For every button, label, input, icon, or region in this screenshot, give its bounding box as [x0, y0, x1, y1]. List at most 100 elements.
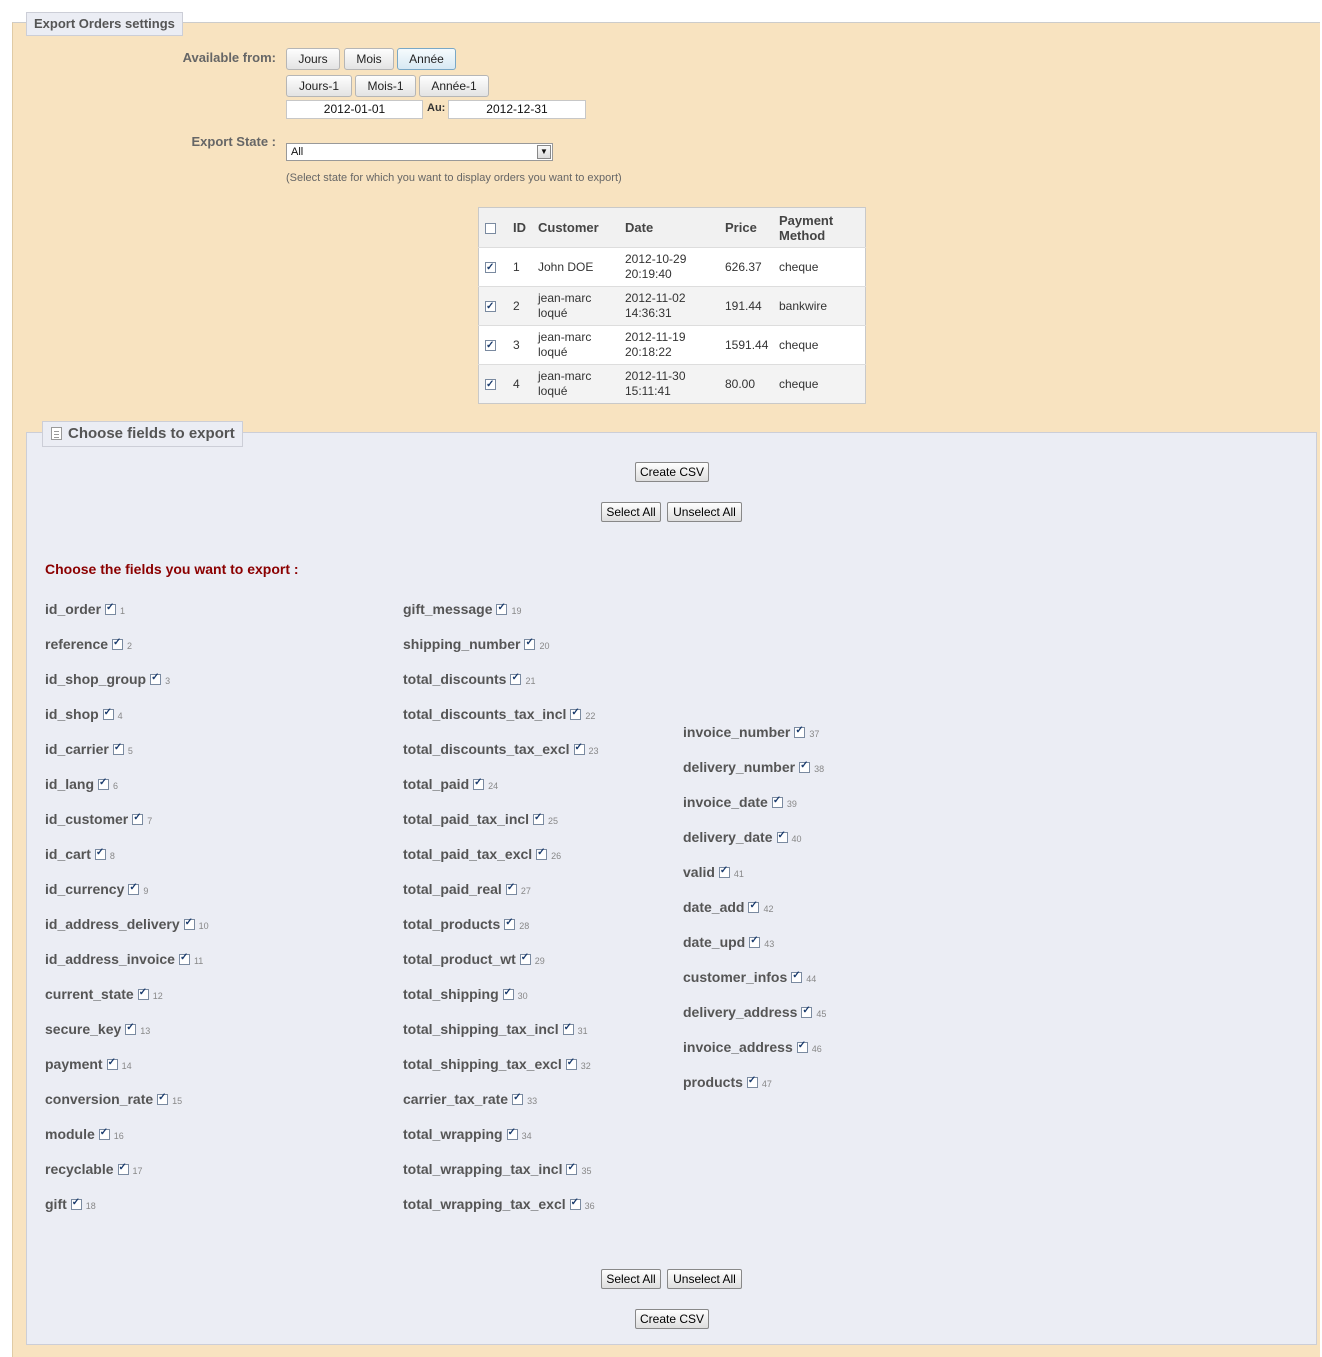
- field-checkbox[interactable]: [749, 935, 761, 948]
- date-to-input[interactable]: 2012-12-31: [448, 100, 586, 119]
- field-number: 14: [121, 1061, 132, 1071]
- field-checkbox[interactable]: [125, 1022, 137, 1035]
- field-checkbox[interactable]: [502, 987, 514, 1000]
- field-label: payment: [45, 1056, 103, 1072]
- select-all-orders-checkbox[interactable]: [485, 223, 496, 235]
- field-checkbox[interactable]: [510, 672, 522, 685]
- field-checkbox[interactable]: [183, 917, 195, 930]
- field-item-total_paid_real: total_paid_real 27: [403, 881, 531, 897]
- unselect-all-button-bottom[interactable]: Unselect All: [667, 1269, 742, 1289]
- order-payment: cheque: [775, 325, 866, 365]
- create-csv-button-top[interactable]: Create CSV: [635, 462, 709, 482]
- field-item-recyclable: recyclable 17: [45, 1161, 143, 1177]
- select-all-button-top[interactable]: Select All: [601, 502, 661, 522]
- order-checkbox[interactable]: [485, 299, 496, 314]
- field-checkbox[interactable]: [132, 812, 144, 825]
- field-checkbox[interactable]: [98, 1127, 110, 1140]
- order-checkbox[interactable]: [485, 377, 496, 392]
- unselect-all-button-top[interactable]: Unselect All: [667, 502, 742, 522]
- order-checkbox[interactable]: [485, 338, 496, 353]
- field-item-delivery_number: delivery_number 38: [683, 759, 824, 775]
- field-checkbox[interactable]: [519, 952, 531, 965]
- field-checkbox[interactable]: [178, 952, 190, 965]
- field-number: 17: [132, 1166, 143, 1176]
- select-all-button-bottom[interactable]: Select All: [601, 1269, 661, 1289]
- period-annee-prev-button[interactable]: Année-1: [419, 75, 489, 97]
- field-checkbox[interactable]: [801, 1005, 813, 1018]
- col-id: ID: [509, 207, 534, 248]
- order-id: 1: [509, 247, 534, 287]
- period-jours-button[interactable]: Jours: [286, 48, 340, 70]
- field-checkbox[interactable]: [565, 1057, 577, 1070]
- export-state-select[interactable]: All ▼: [286, 143, 553, 161]
- field-checkbox[interactable]: [533, 812, 545, 825]
- field-label: id_lang: [45, 776, 95, 792]
- field-checkbox[interactable]: [771, 795, 783, 808]
- field-checkbox[interactable]: [524, 637, 536, 650]
- field-label: current_state: [45, 986, 134, 1002]
- field-label: id_carrier: [45, 741, 109, 757]
- order-checkbox[interactable]: [485, 260, 496, 275]
- field-item-id_address_delivery: id_address_delivery 10: [45, 916, 209, 932]
- field-item-products: products 47: [683, 1074, 772, 1090]
- field-checkbox[interactable]: [746, 1075, 758, 1088]
- field-checkbox[interactable]: [791, 970, 803, 983]
- field-checkbox[interactable]: [505, 882, 517, 895]
- field-checkbox[interactable]: [512, 1092, 524, 1105]
- field-checkbox[interactable]: [536, 847, 548, 860]
- field-checkbox[interactable]: [718, 865, 730, 878]
- field-checkbox[interactable]: [106, 1057, 118, 1070]
- field-checkbox[interactable]: [504, 917, 516, 930]
- field-number: 15: [172, 1096, 183, 1106]
- field-label: valid: [683, 864, 715, 880]
- field-number: 44: [806, 974, 817, 984]
- field-checkbox[interactable]: [573, 742, 585, 755]
- chevron-down-icon[interactable]: ▼: [537, 145, 551, 159]
- field-checkbox[interactable]: [112, 637, 124, 650]
- field-checkbox[interactable]: [98, 777, 110, 790]
- field-checkbox[interactable]: [566, 1162, 578, 1175]
- field-label: total_wrapping_tax_excl: [403, 1196, 566, 1212]
- field-checkbox[interactable]: [776, 830, 788, 843]
- order-customer: jean-marc loqué: [534, 364, 621, 404]
- field-checkbox[interactable]: [102, 707, 114, 720]
- field-checkbox[interactable]: [506, 1127, 518, 1140]
- field-label: total_paid: [403, 776, 470, 792]
- field-checkbox[interactable]: [137, 987, 149, 1000]
- field-label: total_shipping: [403, 986, 499, 1002]
- field-checkbox[interactable]: [570, 707, 582, 720]
- field-item-delivery_date: delivery_date 40: [683, 829, 802, 845]
- field-checkbox[interactable]: [117, 1162, 129, 1175]
- field-checkbox[interactable]: [796, 1040, 808, 1053]
- field-item-total_discounts_tax_incl: total_discounts_tax_incl 22: [403, 706, 595, 722]
- period-mois-prev-button[interactable]: Mois-1: [355, 75, 416, 97]
- field-item-total_product_wt: total_product_wt 29: [403, 951, 545, 967]
- field-checkbox[interactable]: [157, 1092, 169, 1105]
- field-checkbox[interactable]: [496, 602, 508, 615]
- field-number: 13: [140, 1026, 151, 1036]
- period-annee-button[interactable]: Année: [397, 48, 456, 70]
- field-item-total_paid_tax_excl: total_paid_tax_excl 26: [403, 846, 561, 862]
- field-checkbox[interactable]: [150, 672, 162, 685]
- field-number: 7: [147, 816, 153, 826]
- field-label: date_add: [683, 899, 745, 915]
- field-checkbox[interactable]: [748, 900, 760, 913]
- field-number: 34: [521, 1131, 532, 1141]
- field-item-id_shop_group: id_shop_group 3: [45, 671, 170, 687]
- period-jours-prev-button[interactable]: Jours-1: [286, 75, 352, 97]
- order-customer: jean-marc loqué: [534, 325, 621, 365]
- field-checkbox[interactable]: [112, 742, 124, 755]
- create-csv-button-bottom[interactable]: Create CSV: [635, 1309, 709, 1329]
- field-checkbox[interactable]: [128, 882, 140, 895]
- field-checkbox[interactable]: [799, 760, 811, 773]
- field-checkbox[interactable]: [473, 777, 485, 790]
- field-checkbox[interactable]: [70, 1197, 82, 1210]
- field-checkbox[interactable]: [94, 847, 106, 860]
- table-row: 4 jean-marc loqué 2012-11-30 15:11:41 80…: [478, 364, 866, 404]
- field-checkbox[interactable]: [569, 1197, 581, 1210]
- field-checkbox[interactable]: [562, 1022, 574, 1035]
- field-checkbox[interactable]: [794, 725, 806, 738]
- date-from-input[interactable]: 2012-01-01: [286, 100, 423, 119]
- field-checkbox[interactable]: [105, 602, 117, 615]
- period-mois-button[interactable]: Mois: [344, 48, 394, 70]
